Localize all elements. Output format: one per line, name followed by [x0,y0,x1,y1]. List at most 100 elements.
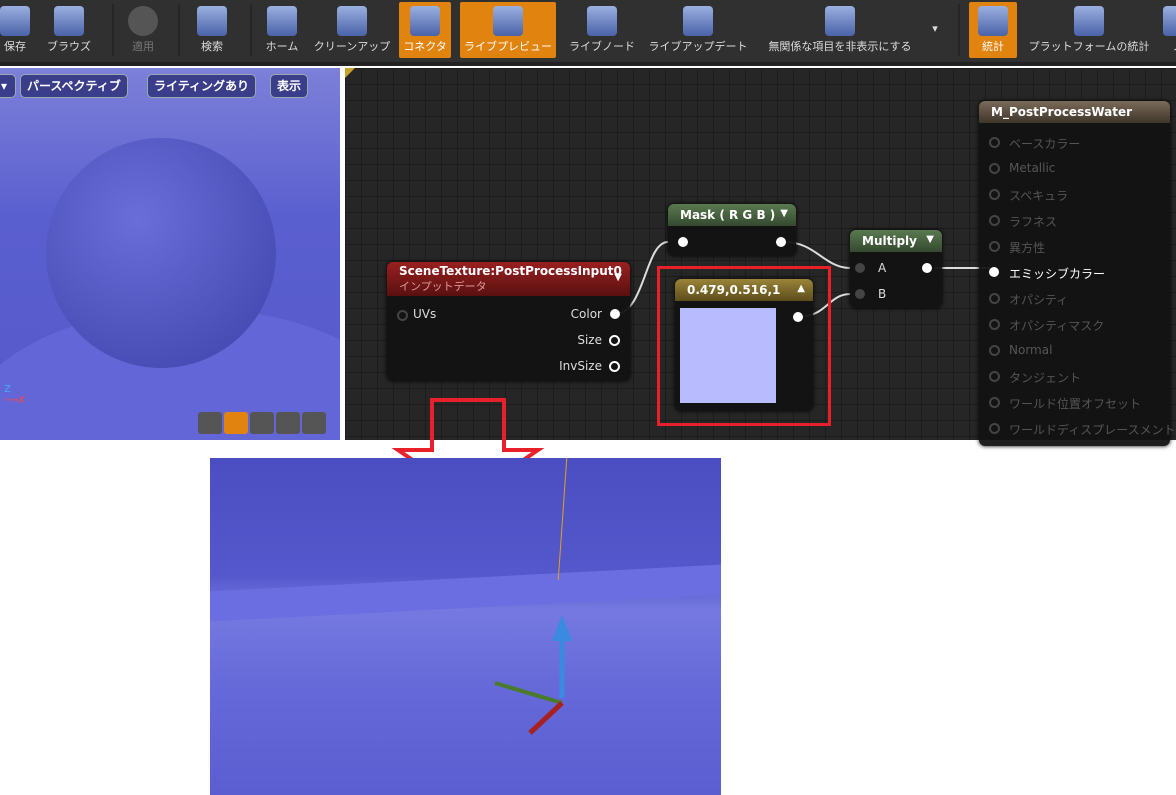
input-label: ラフネス [1009,215,1058,229]
show-button[interactable]: 表示 [270,74,309,98]
toolbar-separator [112,4,114,56]
input-pin[interactable] [989,215,1000,226]
toolbar-button-11[interactable]: 統計 [969,2,1017,58]
perspective-button[interactable]: パースペクティブ [20,74,128,98]
stats-icon [978,6,1008,36]
input-label: スペキュラ [1009,189,1069,203]
toolbar-label: 適用 [132,40,154,53]
input-pin[interactable] [989,163,1000,174]
plane-shape-button[interactable] [250,412,274,434]
input-pin[interactable] [989,397,1000,408]
toolbar-button-13[interactable]: ノ [1158,2,1176,58]
input-pin[interactable] [989,189,1000,200]
toolbar-label: 保存 [4,40,26,53]
b-label: B [878,287,887,301]
scene-preview-image [210,458,721,795]
live-update-icon [683,6,713,36]
color-output-pin[interactable] [610,309,620,319]
lighting-button[interactable]: ライティングあり [147,74,257,98]
input-pin[interactable] [989,241,1000,252]
b-input-pin[interactable] [855,289,865,299]
color-label: Color [570,307,602,321]
input-pin[interactable] [989,267,999,277]
hide-unrelated-icon [825,6,855,36]
input-label: オパシティマスク [1009,319,1105,333]
toolbar-button-5[interactable]: クリーンアップ [312,2,392,58]
sphere-shape-button[interactable] [224,412,248,434]
a-label: A [878,261,887,275]
toolbar-button-12[interactable]: プラットフォームの統計 [1028,2,1150,58]
input-pin[interactable] [989,371,1000,382]
input-pin[interactable] [989,423,1000,434]
preview-shape-buttons [198,412,326,438]
viewport-menu-button[interactable]: ▾ [0,74,16,98]
node-title: M_PostProcessWater [979,101,1170,123]
toolbar-separator [178,4,180,56]
input-label: タンジェント [1009,371,1082,385]
collapse-arrow-icon[interactable]: ▼ [614,272,622,283]
toolbar-label: ライブノード [569,40,635,53]
toolbar-label: 検索 [201,40,223,53]
scene-texture-node[interactable]: SceneTexture:PostProcessInput0 インプットデータ … [387,262,630,381]
connector-icon [410,6,440,36]
toolbar-button-1[interactable]: ブラウズ [44,2,94,58]
input-pin[interactable] [989,319,1000,330]
multiply-output-pin[interactable] [922,263,932,273]
input-label: Normal [1009,343,1053,357]
input-pin[interactable] [989,137,1000,148]
toolbar-button-8[interactable]: ライブノード [568,2,636,58]
input-label: 異方性 [1009,241,1046,255]
input-label: ベースカラー [1009,137,1081,151]
toolbar-label: 統計 [982,40,1004,53]
toolbar-label: ホーム [265,40,299,53]
node-subtitle: インプットデータ [399,280,487,293]
highlight-rectangle [657,266,831,426]
custom-mesh-button[interactable] [302,412,326,434]
collapse-arrow-icon[interactable]: ▼ [780,208,788,219]
invsize-output-pin[interactable] [609,361,620,372]
preview-sphere [46,138,276,368]
toolbar-label: ブラウズ [47,40,91,53]
input-pin[interactable] [989,293,1000,304]
a-input-pin[interactable] [855,263,865,273]
uvs-label: UVs [413,307,437,321]
toolbar-button-9[interactable]: ライブアップデート [648,2,748,58]
toolbar-button-3[interactable]: 検索 [196,2,228,58]
multiply-node[interactable]: Multiply ▼ A B [850,230,942,308]
mask-output-pin[interactable] [776,237,786,247]
toolbar-button-7[interactable]: ライブプレビュー [460,2,556,58]
mask-input-pin[interactable] [678,237,688,247]
cube-shape-button[interactable] [276,412,300,434]
uvs-input-pin[interactable] [397,310,408,321]
toolbar-separator [250,4,252,56]
preview-viewport[interactable]: ▾ パースペクティブ ライティングあり 表示 Z ⟶X [0,68,340,440]
size-output-pin[interactable] [609,335,620,346]
collapse-arrow-icon[interactable]: ▼ [926,234,934,245]
input-label: オパシティ [1009,293,1069,307]
mask-node[interactable]: Mask ( R G B ) ▼ [668,204,796,256]
toolbar-label: 無関係な項目を非表示にする [768,40,912,53]
toolbar-icon [1163,6,1176,36]
toolbar-button-2[interactable]: 適用 [125,2,161,58]
input-label: エミッシブカラー [1009,267,1106,281]
home-icon [267,6,297,36]
toolbar-separator [958,4,960,56]
browse-icon [54,6,84,36]
toolbar-label: クリーンアップ [313,40,391,53]
toolbar-label: プラットフォームの統計 [1028,40,1150,53]
toolbar-button-4[interactable]: ホーム [262,2,302,58]
toolbar: 保存 ブラウズ 適用 検索 ホーム クリーンアップ コネクタ ライブプレビュー ライブノード ライ… [0,0,1176,66]
node-title: Mask ( R G B ) [668,204,796,226]
cylinder-shape-button[interactable] [198,412,222,434]
input-pin[interactable] [989,345,1000,356]
toolbar-label: ライブアップデート [648,40,748,53]
size-label: Size [577,333,602,347]
toolbar-button-0[interactable]: 保存 [0,2,30,58]
cleanup-icon [337,6,367,36]
toolbar-button-6[interactable]: コネクタ [399,2,451,58]
axis-gizmo: Z ⟶X [4,384,26,406]
material-result-node[interactable]: M_PostProcessWater ベースカラー Metallic スペキュラ ラフ… [979,101,1176,446]
material-graph[interactable]: SceneTexture:PostProcessInput0 インプットデータ … [345,68,1176,446]
input-label: ワールド位置オフセット [1009,397,1142,411]
toolbar-button-10[interactable]: 無関係な項目を非表示にする [760,2,920,58]
